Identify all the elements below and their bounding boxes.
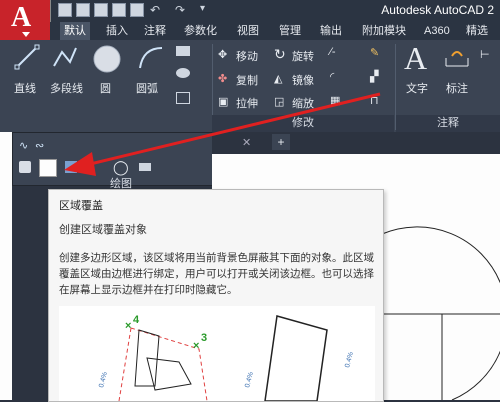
arc-icon[interactable]	[137, 44, 165, 72]
rectangle-icon[interactable]	[176, 46, 190, 56]
tab-featured[interactable]: 精选	[462, 22, 492, 40]
spline-icon[interactable]: ∿	[19, 139, 28, 152]
tab-output[interactable]: 输出	[316, 22, 346, 40]
text-icon[interactable]: A	[404, 40, 427, 77]
tab-default[interactable]: 默认	[60, 22, 90, 40]
erase-icon[interactable]: ✎	[370, 46, 379, 59]
undo-icon[interactable]: ↶	[150, 3, 160, 17]
modify-panel-title[interactable]: 修改	[212, 115, 394, 132]
donut-icon[interactable]: ◯	[113, 159, 129, 176]
offset-icon[interactable]: ⊓	[370, 94, 379, 107]
line-icon[interactable]	[14, 44, 40, 70]
draw-panel-expanded: ∿ ∾ ◯ 绘图	[12, 132, 214, 190]
scale-button[interactable]: 缩放	[292, 95, 314, 111]
tooltip-illustration: 0.4% 0.4% 0.4% 4 × 3 ×	[59, 306, 375, 401]
save-as-icon[interactable]	[112, 3, 126, 17]
rotate-icon[interactable]: ↻	[274, 46, 286, 63]
tooltip-subtitle: 创建区域覆盖对象	[59, 224, 147, 236]
dropdown-arrow-icon	[22, 32, 30, 37]
table-icon[interactable]	[139, 163, 151, 171]
dimension-icon[interactable]	[444, 48, 470, 70]
application-menu-button[interactable]: A	[0, 0, 51, 40]
copy-icon[interactable]: ✤	[218, 72, 227, 85]
vertex-marker-3: 3	[201, 332, 208, 344]
mirror-icon[interactable]: ◭	[274, 72, 282, 85]
new-file-icon[interactable]	[58, 3, 72, 17]
svg-text:0.4%: 0.4%	[344, 351, 355, 368]
save-icon[interactable]	[94, 3, 108, 17]
trim-icon[interactable]: ⁄-	[330, 46, 336, 58]
mirror-button[interactable]: 镜像	[292, 72, 314, 88]
customize-quick-access-icon[interactable]: ▾	[200, 3, 205, 14]
tooltip-title: 区域覆盖	[59, 200, 103, 212]
tab-manage[interactable]: 管理	[275, 22, 305, 40]
array-icon[interactable]: ▦	[330, 94, 340, 107]
print-icon[interactable]	[130, 3, 144, 17]
wipeout-illustration: 0.4% 0.4% 0.4%	[98, 315, 355, 401]
circle-button[interactable]: 圆	[100, 80, 111, 96]
tab-annotate[interactable]: 注释	[140, 22, 170, 40]
dimension-button[interactable]: 标注	[446, 80, 468, 96]
arc-button[interactable]: 圆弧	[136, 80, 158, 96]
close-tab-icon[interactable]: ✕	[242, 136, 251, 149]
tab-addins[interactable]: 附加模块	[358, 22, 410, 40]
move-icon[interactable]: ✥	[218, 48, 227, 61]
vertex-cross-icon: ×	[125, 320, 132, 332]
fillet-icon[interactable]: ◜	[330, 70, 334, 83]
point-icon[interactable]	[19, 161, 31, 173]
svg-text:0.4%: 0.4%	[98, 371, 109, 388]
new-drawing-tab-icon[interactable]: +	[272, 134, 290, 150]
ellipse-icon[interactable]	[176, 68, 190, 78]
scale-icon[interactable]: ◲	[274, 95, 284, 108]
region-icon[interactable]	[65, 161, 77, 173]
drawing-tab-bar: ✕ +	[212, 132, 500, 154]
tab-view[interactable]: 视图	[233, 22, 263, 40]
ribbon-tabs: 默认 插入 注释 参数化 视图 管理 输出 附加模块 A360 精选	[50, 22, 500, 40]
polyline-button[interactable]: 多段线	[50, 80, 83, 96]
vertex-cross-icon: ×	[193, 340, 200, 352]
text-button[interactable]: 文字	[406, 80, 428, 96]
wipeout-icon[interactable]	[39, 159, 57, 177]
stretch-button[interactable]: 拉伸	[236, 95, 258, 111]
redo-icon[interactable]: ↷	[175, 3, 185, 17]
vertex-marker-4: 4	[133, 314, 140, 326]
spline-cv-icon[interactable]: ∾	[35, 139, 44, 152]
stretch-icon[interactable]: ▣	[218, 95, 228, 108]
tooltip-description: 创建多边形区域，该区域将用当前背景色屏蔽其下面的对象。此区域覆盖区域由边框进行绑…	[59, 252, 374, 296]
tab-parametric[interactable]: 参数化	[180, 22, 221, 40]
tab-a360[interactable]: A360	[420, 22, 454, 40]
explode-icon[interactable]: ▞	[370, 70, 378, 83]
leader-icon[interactable]: ⊢	[480, 48, 490, 61]
wipeout-tooltip: 区域覆盖 创建区域覆盖对象 创建多边形区域，该区域将用当前背景色屏蔽其下面的对象…	[48, 189, 384, 402]
window-edge	[0, 132, 12, 400]
open-file-icon[interactable]	[76, 3, 90, 17]
svg-text:0.4%: 0.4%	[244, 371, 255, 388]
rotate-button[interactable]: 旋转	[292, 48, 314, 64]
hatch-icon[interactable]	[176, 92, 190, 104]
annotation-panel-title[interactable]: 注释	[396, 115, 500, 132]
tab-insert[interactable]: 插入	[102, 22, 132, 40]
line-button[interactable]: 直线	[14, 80, 36, 96]
polyline-icon[interactable]	[52, 44, 78, 70]
copy-button[interactable]: 复制	[236, 72, 258, 88]
window-title: Autodesk AutoCAD 2	[381, 3, 494, 17]
circle-icon[interactable]	[92, 44, 122, 74]
autocad-logo: A	[11, 2, 32, 33]
move-button[interactable]: 移动	[236, 48, 258, 64]
